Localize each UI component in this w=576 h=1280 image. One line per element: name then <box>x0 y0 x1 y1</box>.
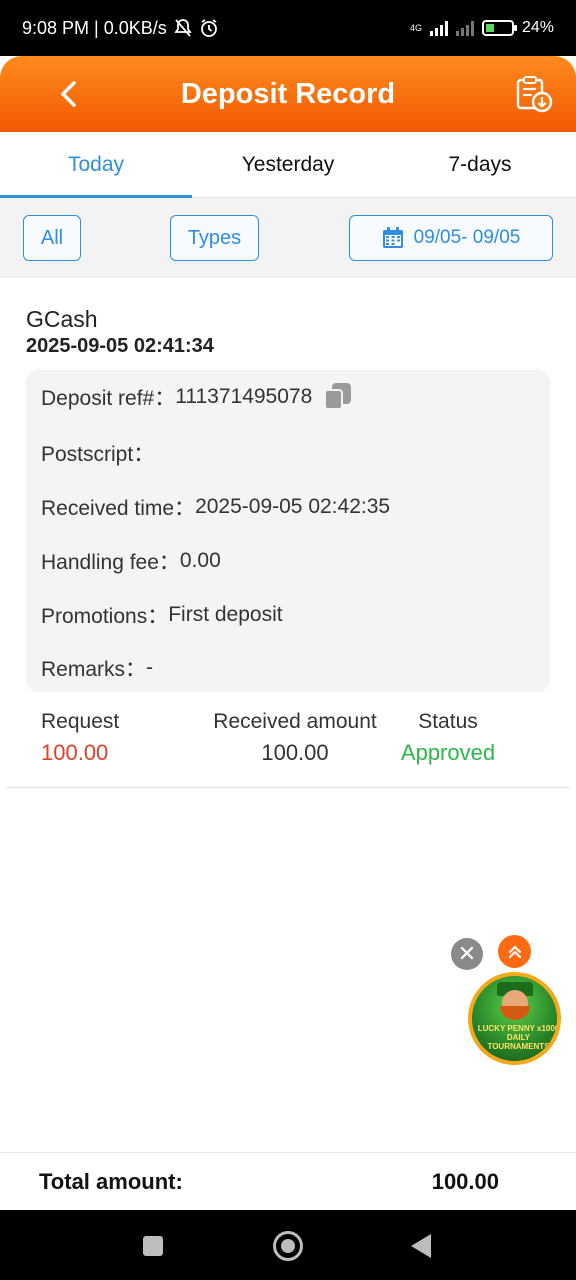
status-bar: 9:08 PM | 0.0KB/s 4G 24% <box>0 0 576 56</box>
tab-today[interactable]: Today <box>0 132 192 198</box>
page-title: Deposit Record <box>180 77 396 110</box>
summary-received: Received amount 100.00 <box>195 710 395 766</box>
remarks-value: - <box>146 656 154 679</box>
home-icon[interactable] <box>273 1231 303 1261</box>
detail-row-received-time: Received time： 2025-09-05 02:42:35 <box>41 492 390 522</box>
signal-icon <box>429 20 448 36</box>
promo-banner[interactable]: LUCKY PENNY x1000 DAILY TOURNAMENTS <box>468 972 561 1065</box>
total-label: Total amount: <box>39 1168 183 1194</box>
bell-off-icon <box>174 19 192 37</box>
detail-row-promotions: Promotions： First deposit <box>41 600 283 630</box>
postscript-label: Postscript： <box>41 443 155 466</box>
back-arrow-icon[interactable] <box>52 76 88 112</box>
close-promo-icon[interactable]: ✕ <box>451 938 483 970</box>
ref-label: Deposit ref#： <box>41 387 176 410</box>
system-back-icon[interactable] <box>411 1234 431 1258</box>
received-time-value: 2025-09-05 02:42:35 <box>195 495 391 518</box>
ref-value: 111371495078 <box>175 385 313 408</box>
date-range-label: 09/05- 09/05 <box>413 227 521 248</box>
promo-text: LUCKY PENNY x1000 DAILY TOURNAMENTS <box>477 1024 560 1051</box>
summary-request: Request 100.00 <box>41 710 119 766</box>
promotions-label: Promotions： <box>41 605 169 628</box>
status-time: 9:08 PM | 0.0KB/s <box>22 17 167 38</box>
system-nav-bar <box>0 1210 576 1280</box>
status-right: 4G 24% <box>410 19 554 37</box>
filter-types-button[interactable]: Types <box>170 215 259 261</box>
signal-secondary-icon <box>455 20 474 36</box>
promo-beard-shape <box>500 1006 530 1020</box>
summary-status: Status Approved <box>393 710 503 766</box>
payment-method: GCash <box>26 306 98 332</box>
fee-label: Handling fee： <box>41 551 180 574</box>
battery-icon <box>481 20 517 36</box>
tab-yesterday[interactable]: Yesterday <box>192 132 384 197</box>
remarks-label: Remarks： <box>41 658 147 681</box>
copy-icon[interactable] <box>324 383 352 411</box>
download-record-icon[interactable] <box>514 74 554 114</box>
total-value: 100.00 <box>431 1168 499 1194</box>
filter-all-button[interactable]: All <box>23 215 81 261</box>
deposit-record-card: GCash 2025-09-05 02:41:34 Deposit ref#： … <box>5 278 571 788</box>
detail-row-remarks: Remarks： - <box>41 653 153 683</box>
alarm-icon <box>200 19 217 37</box>
record-created-time: 2025-09-05 02:41:34 <box>26 335 214 357</box>
calendar-icon <box>382 227 403 248</box>
app-header: Deposit Record <box>0 56 576 132</box>
detail-row-ref: Deposit ref#： 111371495078 <box>41 382 352 412</box>
total-bar: Total amount: 100.00 <box>0 1152 576 1210</box>
fee-value: 0.00 <box>179 549 221 572</box>
request-value: 100.00 <box>41 740 109 765</box>
detail-row-postscript: Postscript： <box>41 438 154 468</box>
recent-apps-icon[interactable] <box>143 1236 163 1256</box>
received-amount-label: Received amount <box>213 710 377 733</box>
date-range-button[interactable]: 09/05- 09/05 <box>349 215 553 261</box>
period-tabs: Today Yesterday 7-days <box>0 132 576 198</box>
battery-level: 24% <box>521 19 554 36</box>
tab-7-days[interactable]: 7-days <box>384 132 576 197</box>
record-details: Deposit ref#： 111371495078 Postscript： R… <box>26 370 550 692</box>
status-left: 9:08 PM | 0.0KB/s <box>22 18 219 39</box>
promotions-value: First deposit <box>168 603 283 626</box>
received-amount-value: 100.00 <box>261 740 329 765</box>
network-type-label: 4G <box>409 23 422 33</box>
status-value: Approved <box>400 740 496 765</box>
received-time-label: Received time： <box>41 497 196 520</box>
scroll-top-icon[interactable] <box>498 935 531 968</box>
detail-row-fee: Handling fee： 0.00 <box>41 546 221 576</box>
filter-bar: All Types 09/05- 09/05 <box>0 198 576 278</box>
status-label: Status <box>418 710 478 733</box>
request-label: Request <box>41 710 120 733</box>
